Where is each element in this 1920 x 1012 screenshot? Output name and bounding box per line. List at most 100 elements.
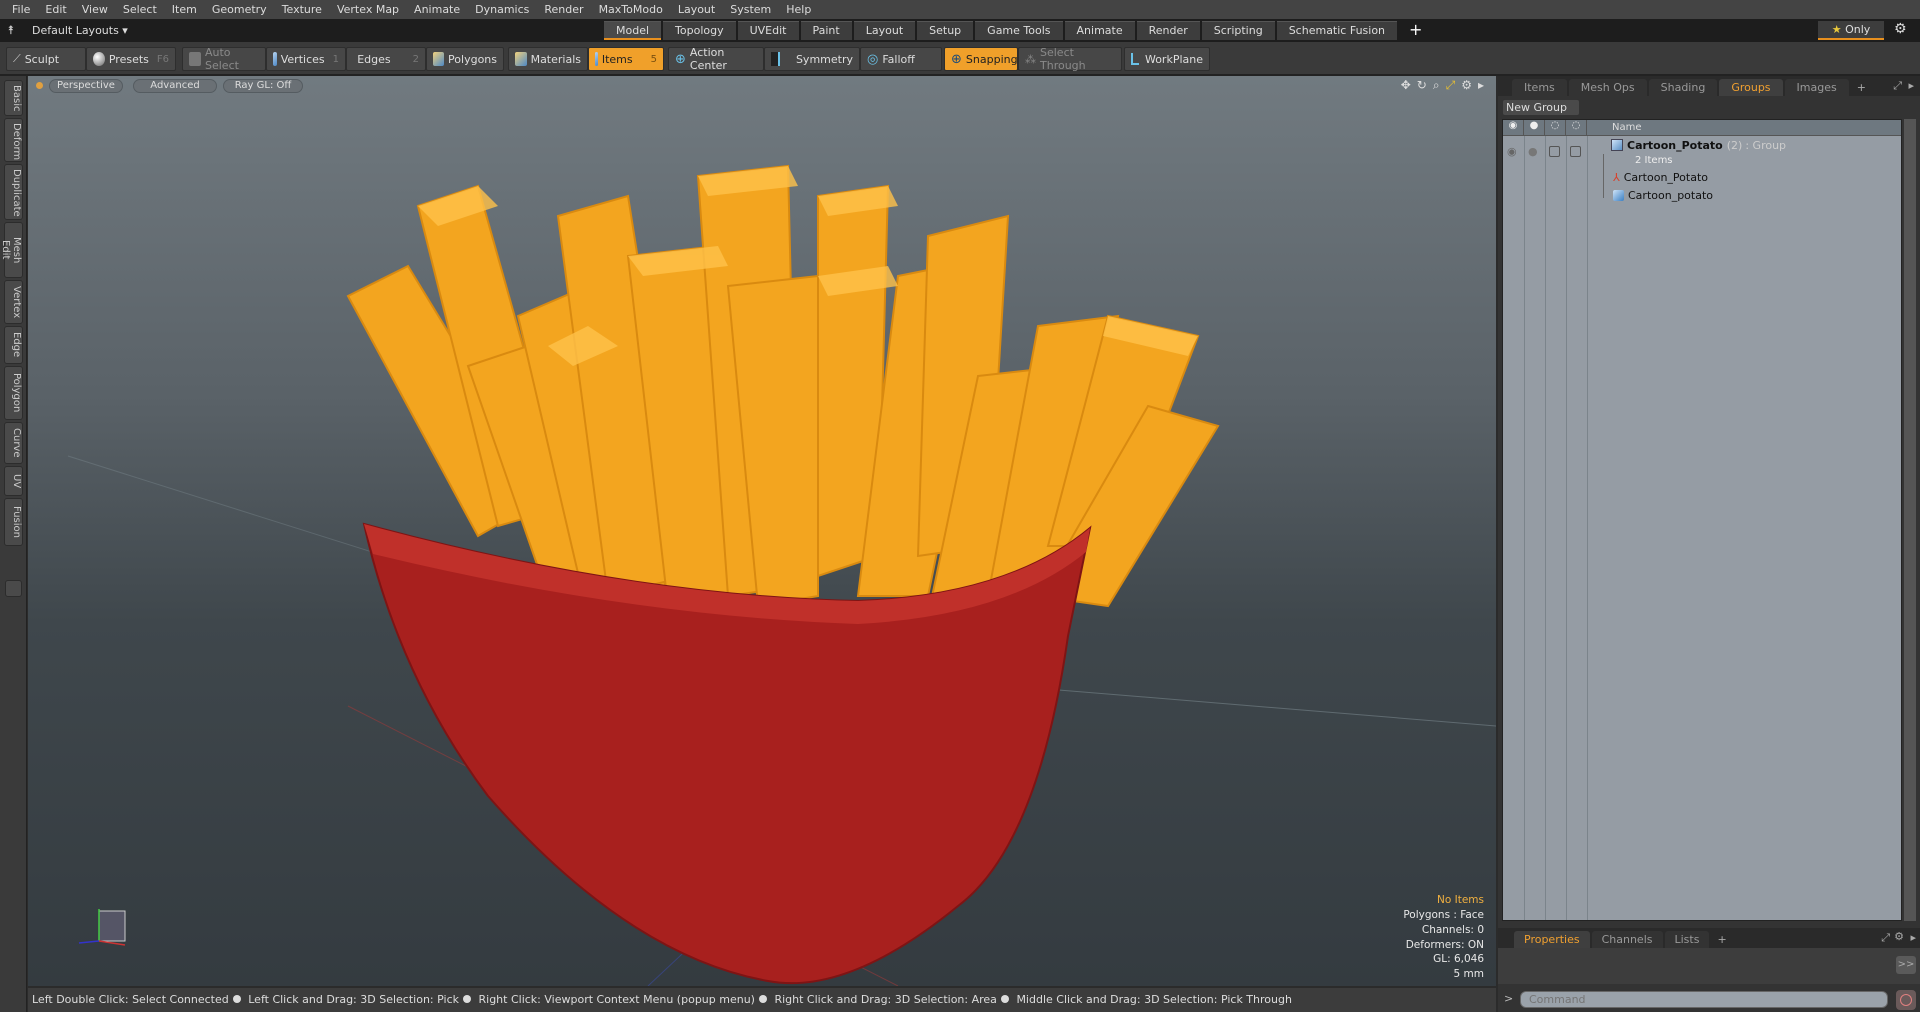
menu-view[interactable]: View xyxy=(76,3,117,16)
add-tab-button[interactable]: + xyxy=(1399,21,1432,40)
expand-button[interactable]: >> xyxy=(1896,956,1916,974)
vertices-button[interactable]: Vertices 1 xyxy=(266,47,346,71)
tab-schematic-fusion[interactable]: Schematic Fusion xyxy=(1276,21,1398,40)
menu-render[interactable]: Render xyxy=(538,3,592,16)
child-item-row[interactable]: ⅄ Cartoon_Potato xyxy=(1613,168,1708,186)
presets-button[interactable]: Presets F6 xyxy=(86,47,176,71)
tab-game-tools[interactable]: Game Tools xyxy=(975,21,1063,40)
auto-select-button[interactable]: Auto Select xyxy=(182,46,266,72)
pan-icon[interactable]: ✥ xyxy=(1401,78,1411,93)
mesh-icon xyxy=(1613,189,1624,201)
select-column-icon[interactable]: ◌ xyxy=(1566,119,1587,136)
vtab-mesh-edit[interactable]: Mesh Edit xyxy=(0,222,23,278)
group-row[interactable]: ◉ ● xyxy=(1507,142,1581,160)
vtab-basic[interactable]: Basic xyxy=(4,80,23,116)
menu-vertex-map[interactable]: Vertex Map xyxy=(331,3,408,16)
rotate-icon[interactable]: ↻ xyxy=(1417,78,1427,93)
action-center-button[interactable]: ⊕ Action Center xyxy=(668,46,764,72)
vtab-deform[interactable]: Deform xyxy=(4,118,23,162)
polygons-button[interactable]: Polygons xyxy=(426,47,504,71)
symmetry-button[interactable]: Symmetry xyxy=(764,47,860,71)
tab-animate[interactable]: Animate xyxy=(1064,21,1135,40)
menu-animate[interactable]: Animate xyxy=(408,3,469,16)
panel-arrow-icon[interactable]: ▸ xyxy=(1908,79,1914,92)
tab-images[interactable]: Images xyxy=(1784,79,1849,96)
tab-render[interactable]: Render xyxy=(1136,21,1200,40)
only-toggle[interactable]: ★ Only xyxy=(1818,21,1884,40)
vtab-edge[interactable]: Edge xyxy=(4,326,23,364)
record-macro-button[interactable] xyxy=(1896,990,1916,1010)
list-scrollbar[interactable] xyxy=(1904,119,1916,921)
workplane-button[interactable]: WorkPlane xyxy=(1124,47,1210,71)
render-column-icon[interactable]: ● xyxy=(1524,119,1545,136)
menu-geometry[interactable]: Geometry xyxy=(206,3,276,16)
falloff-button[interactable]: ◎ Falloff xyxy=(860,47,942,71)
new-group-button[interactable]: New Group xyxy=(1502,99,1580,116)
maximize-bottom-icon[interactable]: ⤢ xyxy=(1881,931,1890,945)
viewport-gear-icon[interactable]: ⚙ xyxy=(1461,78,1472,93)
maximize-panel-icon[interactable]: ⤢ xyxy=(1893,79,1902,93)
lock-column-icon[interactable]: ◌ xyxy=(1545,119,1566,136)
name-column-header[interactable]: Name xyxy=(1587,122,1642,133)
edges-button[interactable]: Edges 2 xyxy=(346,47,426,71)
vtab-duplicate[interactable]: Duplicate xyxy=(4,164,23,220)
tab-properties[interactable]: Properties xyxy=(1514,931,1590,948)
tab-topology[interactable]: Topology xyxy=(663,21,736,40)
view-mode-button[interactable]: Perspective xyxy=(49,78,123,93)
vtab-curve[interactable]: Curve xyxy=(4,422,23,464)
command-input[interactable] xyxy=(1520,991,1888,1008)
child-name: Cartoon_Potato xyxy=(1623,170,1708,184)
menu-system[interactable]: System xyxy=(724,3,780,16)
sidebar-extra-button[interactable] xyxy=(5,580,22,597)
vtab-uv[interactable]: UV xyxy=(4,466,23,496)
collapse-up-icon[interactable]: ⯭ xyxy=(0,23,22,38)
3d-viewport[interactable]: Perspective Advanced Ray GL: Off ✥ ↻ ⌕ ⤢… xyxy=(28,76,1496,986)
tab-lists[interactable]: Lists xyxy=(1664,931,1710,948)
tab-scripting[interactable]: Scripting xyxy=(1201,21,1275,40)
tab-shading[interactable]: Shading xyxy=(1648,79,1718,96)
tab-setup[interactable]: Setup xyxy=(917,21,974,40)
vtab-vertex[interactable]: Vertex xyxy=(4,280,23,324)
tab-mesh-ops[interactable]: Mesh Ops xyxy=(1568,79,1647,96)
menu-file[interactable]: File xyxy=(6,3,39,16)
menu-help[interactable]: Help xyxy=(780,3,820,16)
menu-select[interactable]: Select xyxy=(117,3,166,16)
tab-groups[interactable]: Groups xyxy=(1719,79,1783,96)
fit-icon[interactable]: ⤢ xyxy=(1446,78,1456,93)
render-toggle-icon[interactable]: ● xyxy=(1528,145,1549,158)
tab-channels[interactable]: Channels xyxy=(1591,931,1663,948)
tab-layout[interactable]: Layout xyxy=(853,21,916,40)
shading-mode-button[interactable]: Advanced xyxy=(133,78,217,93)
eye-icon[interactable]: ◉ xyxy=(1507,145,1528,158)
materials-button[interactable]: Materials xyxy=(508,47,588,71)
menu-item[interactable]: Item xyxy=(166,3,206,16)
zoom-icon[interactable]: ⌕ xyxy=(1433,78,1440,93)
bottom-arrow-icon[interactable]: ▸ xyxy=(1910,931,1916,944)
viewport-menu-arrow-icon[interactable]: ▸ xyxy=(1478,78,1484,93)
menu-edit[interactable]: Edit xyxy=(39,3,75,16)
select-checkbox[interactable] xyxy=(1570,145,1581,157)
vtab-polygon[interactable]: Polygon xyxy=(4,366,23,420)
gear-icon[interactable]: ⚙ xyxy=(1894,21,1907,37)
menu-maxtomodo[interactable]: MaxToModo xyxy=(593,3,672,16)
lock-checkbox[interactable] xyxy=(1549,145,1560,157)
tab-items[interactable]: Items xyxy=(1512,79,1567,96)
sculpt-button[interactable]: ⟋ Sculpt xyxy=(6,47,86,71)
add-bottom-tab-button[interactable]: + xyxy=(1711,931,1732,948)
select-through-button[interactable]: ⁂ Select Through xyxy=(1018,46,1122,72)
snapping-button[interactable]: ⊕ Snapping xyxy=(944,47,1018,71)
raygl-button[interactable]: Ray GL: Off xyxy=(223,78,303,93)
vtab-fusion[interactable]: Fusion xyxy=(4,498,23,546)
tab-model[interactable]: Model xyxy=(604,21,662,40)
items-button[interactable]: Items 5 xyxy=(588,47,664,71)
tab-paint[interactable]: Paint xyxy=(800,21,852,40)
menu-layout[interactable]: Layout xyxy=(672,3,724,16)
visibility-column-icon[interactable]: ◉ xyxy=(1503,119,1524,136)
tab-uvedit[interactable]: UVEdit xyxy=(737,21,799,40)
menu-texture[interactable]: Texture xyxy=(276,3,331,16)
menu-dynamics[interactable]: Dynamics xyxy=(469,3,538,16)
layout-selector[interactable]: Default Layouts ▾ xyxy=(32,24,128,37)
bottom-gear-icon[interactable]: ⚙ xyxy=(1894,930,1904,943)
child-item-row[interactable]: Cartoon_potato xyxy=(1613,186,1713,204)
add-panel-tab-button[interactable]: + xyxy=(1851,79,1872,96)
